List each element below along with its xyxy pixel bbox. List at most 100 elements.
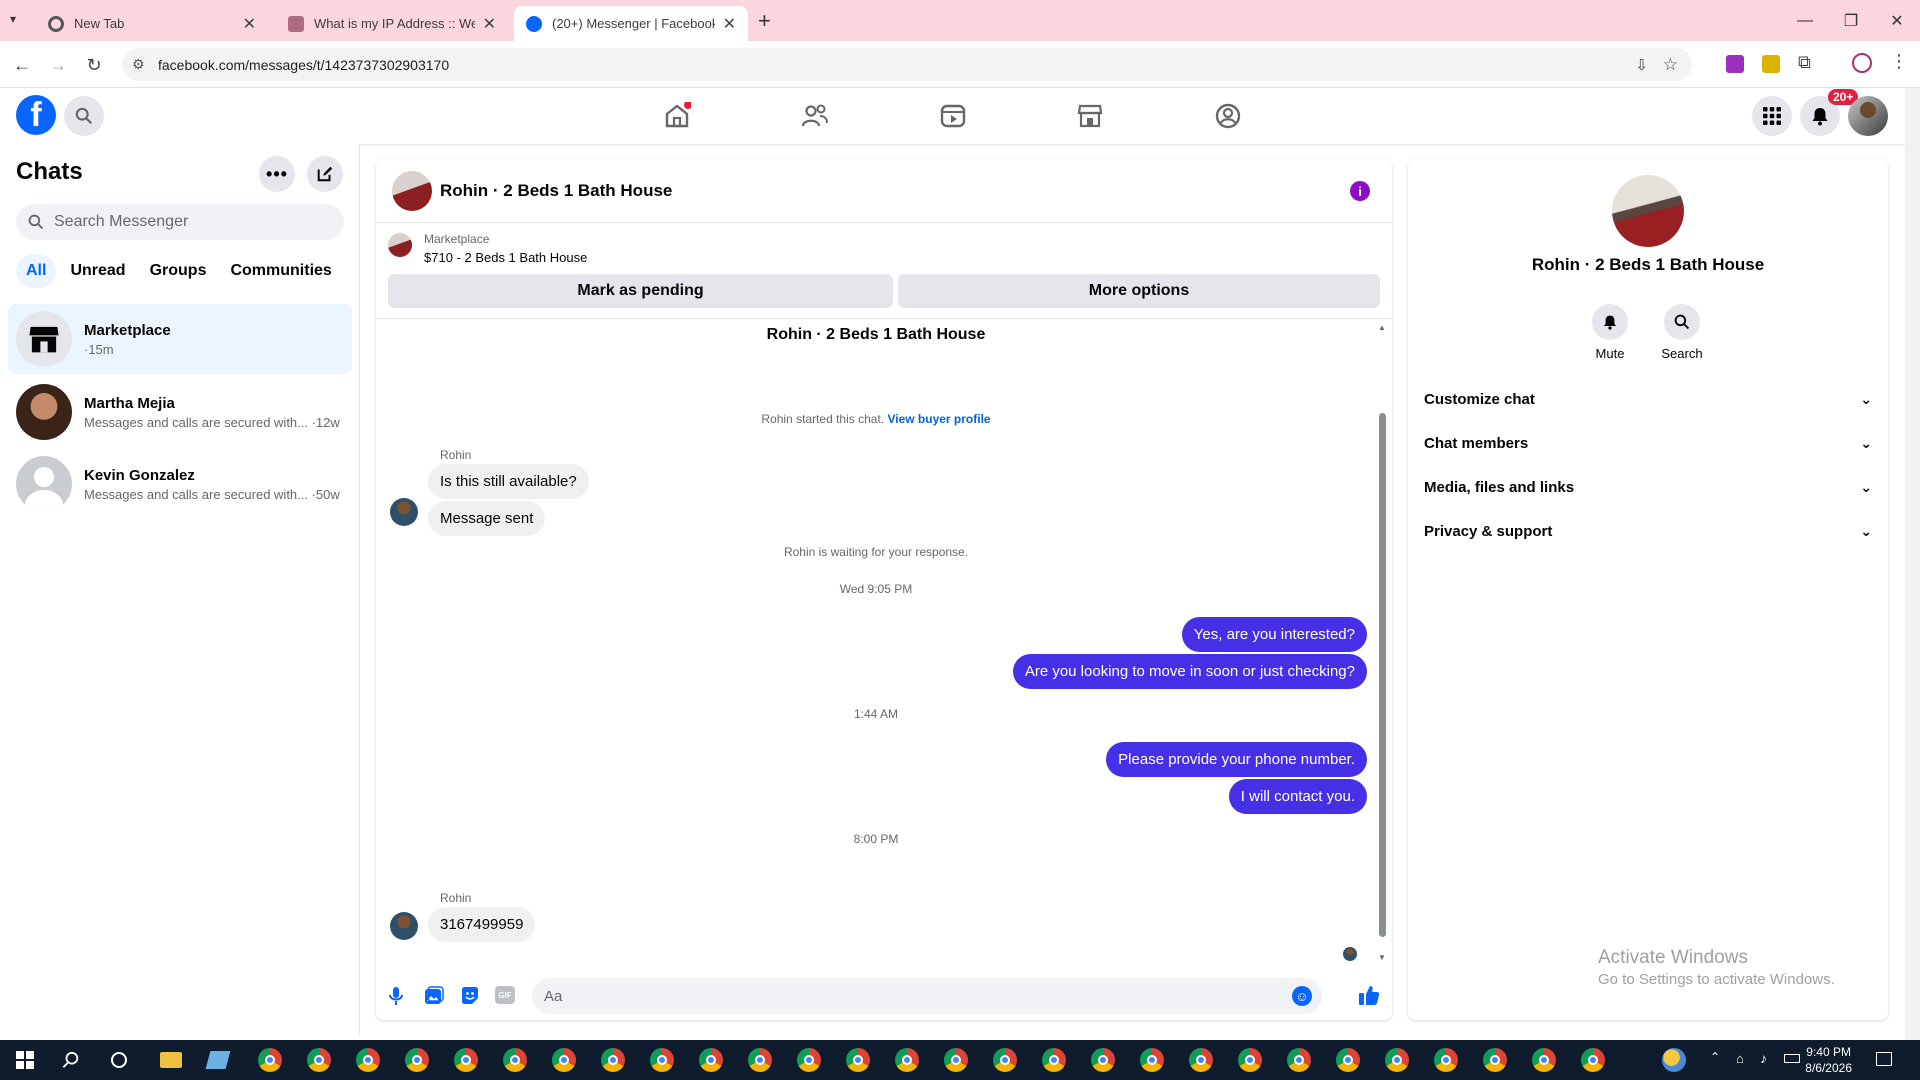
- chrome-taskbar-icon[interactable]: [1042, 1048, 1066, 1072]
- page-scrollbar[interactable]: [1905, 88, 1920, 1040]
- notification-center-icon[interactable]: [1876, 1052, 1892, 1066]
- incoming-message[interactable]: Is this still available?: [428, 464, 589, 499]
- tab-ip-address[interactable]: What is my IP Address :: WebBr ✕: [276, 6, 508, 41]
- chrome-taskbar-icon[interactable]: [356, 1048, 380, 1072]
- search-icon[interactable]: [62, 1051, 80, 1069]
- chrome-taskbar-icon[interactable]: [1140, 1048, 1164, 1072]
- filter-unread[interactable]: Unread: [60, 254, 135, 288]
- chrome-taskbar-icon[interactable]: [552, 1048, 576, 1072]
- microphone-icon[interactable]: [388, 986, 404, 1006]
- bookmark-star-icon[interactable]: ☆: [1663, 55, 1678, 75]
- listing-thumbnail[interactable]: [388, 233, 412, 257]
- close-tab-icon[interactable]: ✕: [723, 14, 736, 34]
- chat-item-marketplace[interactable]: Marketplace ·15m: [8, 304, 352, 374]
- sender-avatar[interactable]: [390, 498, 418, 526]
- site-info-icon[interactable]: ⚙: [132, 56, 145, 73]
- chrome-taskbar-icon[interactable]: [1532, 1048, 1556, 1072]
- photo-icon[interactable]: [424, 986, 444, 1006]
- extension-icon[interactable]: [1726, 55, 1744, 73]
- tab-search-button[interactable]: ▾: [10, 12, 16, 26]
- message-scrollbar[interactable]: ▲ ▼: [1378, 323, 1386, 963]
- chat-item-martha-mejia[interactable]: Martha Mejia Messages and calls are secu…: [8, 377, 352, 447]
- restore-icon[interactable]: ❐: [1828, 0, 1874, 41]
- tab-new-tab[interactable]: New Tab ✕: [36, 6, 268, 41]
- emoji-icon[interactable]: ☺: [1292, 986, 1312, 1006]
- listing-title[interactable]: $710 - 2 Beds 1 Bath House: [424, 250, 587, 265]
- outgoing-message[interactable]: Are you looking to move in soon or just …: [1012, 654, 1367, 689]
- chrome-taskbar-icon[interactable]: [1385, 1048, 1409, 1072]
- privacy-support-section[interactable]: Privacy & support ⌄: [1424, 513, 1872, 549]
- task-view-icon[interactable]: [111, 1052, 127, 1068]
- notepad-icon[interactable]: [205, 1051, 231, 1069]
- chrome-taskbar-icon[interactable]: [944, 1048, 968, 1072]
- more-options-button[interactable]: More options: [898, 274, 1380, 308]
- incoming-message[interactable]: Message sent: [428, 501, 546, 536]
- minimize-icon[interactable]: —: [1782, 0, 1828, 41]
- sticker-icon[interactable]: [460, 986, 480, 1006]
- menu-grid-button[interactable]: [1752, 96, 1792, 136]
- reload-icon[interactable]: ↻: [82, 53, 106, 77]
- home-icon[interactable]: [663, 102, 691, 130]
- incoming-message[interactable]: 3167499959: [428, 907, 536, 942]
- taskbar-clock[interactable]: 9:40 PM 8/6/2026: [1805, 1044, 1852, 1076]
- chrome-taskbar-icon[interactable]: [405, 1048, 429, 1072]
- tray-chevron-icon[interactable]: ⌃: [1710, 1050, 1720, 1064]
- message-input[interactable]: Aa ☺: [532, 978, 1322, 1014]
- marketplace-icon[interactable]: [1076, 102, 1104, 130]
- sender-avatar[interactable]: [390, 912, 418, 940]
- scroll-thumb[interactable]: [1379, 413, 1386, 937]
- filter-all[interactable]: All: [16, 254, 57, 288]
- new-tab-button[interactable]: +: [758, 8, 771, 34]
- chrome-taskbar-icon[interactable]: [846, 1048, 870, 1072]
- chrome-taskbar-icon[interactable]: [797, 1048, 821, 1072]
- chrome-taskbar-icon[interactable]: [650, 1048, 674, 1072]
- thumbs-up-icon[interactable]: [1358, 984, 1380, 1006]
- conversation-avatar[interactable]: [392, 170, 432, 211]
- outgoing-message[interactable]: Please provide your phone number.: [1106, 742, 1367, 777]
- conversation-title[interactable]: Rohin · 2 Beds 1 Bath House: [440, 181, 672, 201]
- chrome-taskbar-icon[interactable]: [1189, 1048, 1213, 1072]
- install-app-icon[interactable]: ⇩: [1635, 56, 1648, 74]
- filter-communities[interactable]: Communities: [220, 254, 341, 288]
- weather-icon[interactable]: [1662, 1048, 1686, 1072]
- new-message-button[interactable]: [307, 156, 343, 192]
- puzzle-icon[interactable]: ⧉: [1798, 52, 1811, 73]
- chat-members-section[interactable]: Chat members ⌄: [1424, 425, 1872, 461]
- mute-button[interactable]: Mute: [1580, 304, 1640, 361]
- mark-as-pending-button[interactable]: Mark as pending: [388, 274, 893, 308]
- chrome-taskbar-icon[interactable]: [993, 1048, 1017, 1072]
- outgoing-message[interactable]: Yes, are you interested?: [1181, 617, 1367, 652]
- close-tab-icon[interactable]: ✕: [483, 14, 496, 34]
- outgoing-message[interactable]: I will contact you.: [1228, 779, 1367, 814]
- windows-start-icon[interactable]: [16, 1051, 34, 1069]
- chat-item-kevin-gonzalez[interactable]: Kevin Gonzalez Messages and calls are se…: [8, 449, 352, 519]
- chrome-taskbar-icon[interactable]: [1336, 1048, 1360, 1072]
- chrome-taskbar-icon[interactable]: [895, 1048, 919, 1072]
- filter-groups[interactable]: Groups: [140, 254, 217, 288]
- friends-icon[interactable]: [801, 102, 829, 130]
- search-facebook-button[interactable]: [64, 96, 104, 136]
- chrome-taskbar-icon[interactable]: [748, 1048, 772, 1072]
- close-tab-icon[interactable]: ✕: [243, 14, 256, 34]
- battery-icon[interactable]: [1784, 1054, 1800, 1063]
- url-field[interactable]: ⚙ facebook.com/messages/t/14237373029031…: [122, 48, 1692, 81]
- chrome-taskbar-icon[interactable]: [503, 1048, 527, 1072]
- profile-icon[interactable]: [1852, 53, 1872, 73]
- scroll-down-icon[interactable]: ▼: [1378, 953, 1386, 962]
- chrome-taskbar-icon[interactable]: [454, 1048, 478, 1072]
- chrome-taskbar-icon[interactable]: [258, 1048, 282, 1072]
- menu-icon[interactable]: ⋮: [1890, 51, 1908, 72]
- chrome-taskbar-icon[interactable]: [1483, 1048, 1507, 1072]
- details-avatar[interactable]: [1612, 175, 1684, 247]
- scroll-up-icon[interactable]: ▲: [1378, 323, 1386, 332]
- chat-options-button[interactable]: •••: [259, 156, 295, 192]
- chrome-taskbar-icon[interactable]: [601, 1048, 625, 1072]
- watch-icon[interactable]: [939, 102, 967, 130]
- volume-icon[interactable]: ♪: [1760, 1050, 1767, 1066]
- customize-chat-section[interactable]: Customize chat ⌄: [1424, 381, 1872, 417]
- forward-icon[interactable]: →: [46, 53, 70, 77]
- account-avatar[interactable]: [1848, 96, 1888, 136]
- conversation-info-icon[interactable]: i: [1350, 181, 1370, 201]
- view-buyer-profile-link[interactable]: View buyer profile: [887, 412, 990, 426]
- facebook-logo[interactable]: f: [16, 95, 56, 135]
